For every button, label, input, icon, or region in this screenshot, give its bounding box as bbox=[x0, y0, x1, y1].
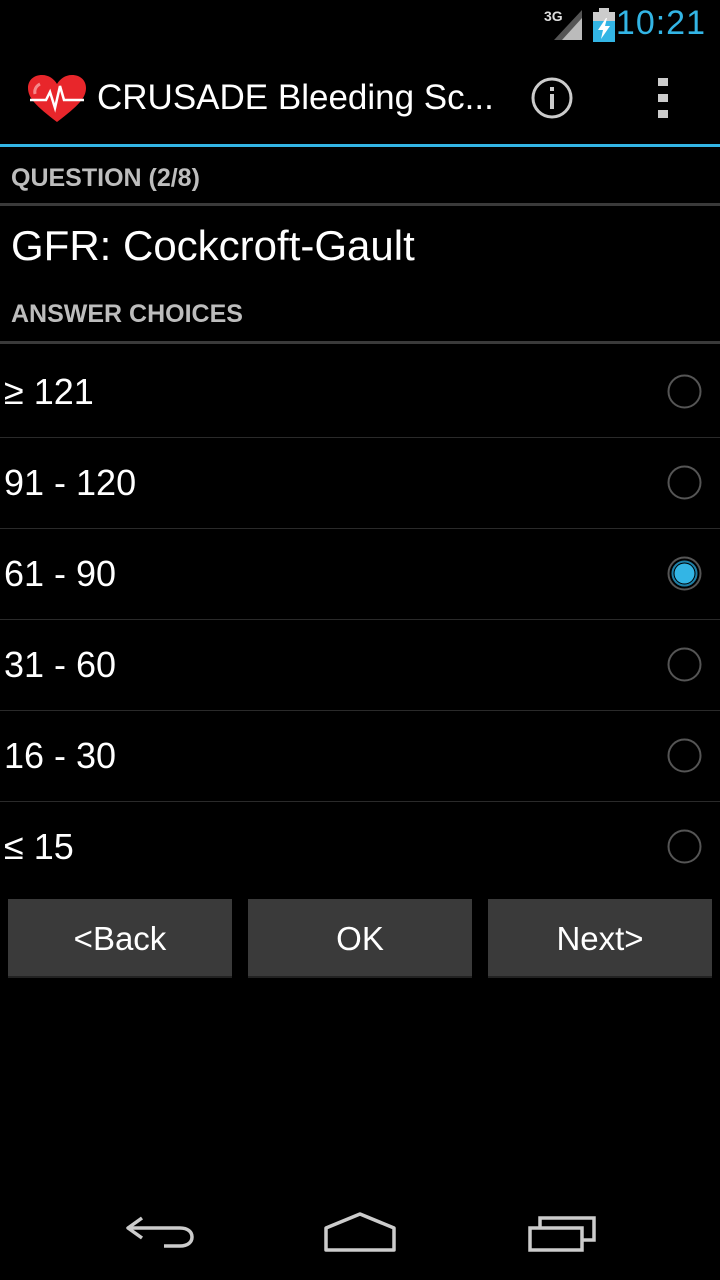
heart-icon bbox=[28, 75, 86, 122]
ok-button[interactable]: OK bbox=[248, 899, 472, 978]
app-title: CRUSADE Bleeding Sc... bbox=[97, 78, 494, 117]
radio-unselected-icon[interactable] bbox=[667, 374, 702, 409]
status-bar: 3G 10:21 bbox=[0, 0, 720, 50]
navigation-bar bbox=[0, 1190, 720, 1280]
answer-label: 61 - 90 bbox=[4, 553, 117, 594]
radio-unselected-icon[interactable] bbox=[667, 829, 702, 864]
question-header: QUESTION (2/8) bbox=[0, 164, 720, 206]
recent-apps-icon[interactable] bbox=[526, 1210, 598, 1254]
battery-icon bbox=[593, 8, 615, 42]
answer-choices-header: ANSWER CHOICES bbox=[0, 300, 720, 344]
clock: 10:21 bbox=[615, 4, 706, 42]
next-button[interactable]: Next> bbox=[488, 899, 712, 978]
question-text: GFR: Cockcroft-Gault bbox=[11, 222, 415, 269]
answer-option-5[interactable]: 16 - 30 bbox=[0, 711, 720, 802]
action-bar: CRUSADE Bleeding Sc... bbox=[0, 50, 720, 147]
back-button[interactable]: <Back bbox=[8, 899, 232, 978]
answer-list: ≥ 121 91 - 120 61 - 90 31 - 60 16 - 30 ≤… bbox=[0, 347, 720, 893]
answer-label: ≥ 121 bbox=[4, 371, 94, 412]
answer-option-6[interactable]: ≤ 15 bbox=[0, 802, 720, 893]
radio-unselected-icon[interactable] bbox=[667, 738, 702, 773]
answer-label: 91 - 120 bbox=[4, 462, 137, 503]
radio-unselected-icon[interactable] bbox=[667, 647, 702, 682]
info-icon[interactable] bbox=[530, 76, 574, 120]
back-icon[interactable] bbox=[124, 1210, 196, 1254]
radio-selected-icon[interactable] bbox=[667, 556, 702, 591]
home-icon[interactable] bbox=[322, 1210, 398, 1254]
answer-option-2[interactable]: 91 - 120 bbox=[0, 438, 720, 529]
radio-unselected-icon[interactable] bbox=[667, 465, 702, 500]
answer-option-1[interactable]: ≥ 121 bbox=[0, 347, 720, 438]
answer-label: 31 - 60 bbox=[4, 644, 117, 685]
overflow-menu-icon[interactable] bbox=[640, 72, 688, 124]
answer-label: 16 - 30 bbox=[4, 735, 117, 776]
button-row: <Back OK Next> bbox=[8, 899, 712, 978]
answer-label: ≤ 15 bbox=[4, 826, 74, 867]
signal-icon bbox=[554, 10, 582, 40]
answer-option-3[interactable]: 61 - 90 bbox=[0, 529, 720, 620]
answer-option-4[interactable]: 31 - 60 bbox=[0, 620, 720, 711]
